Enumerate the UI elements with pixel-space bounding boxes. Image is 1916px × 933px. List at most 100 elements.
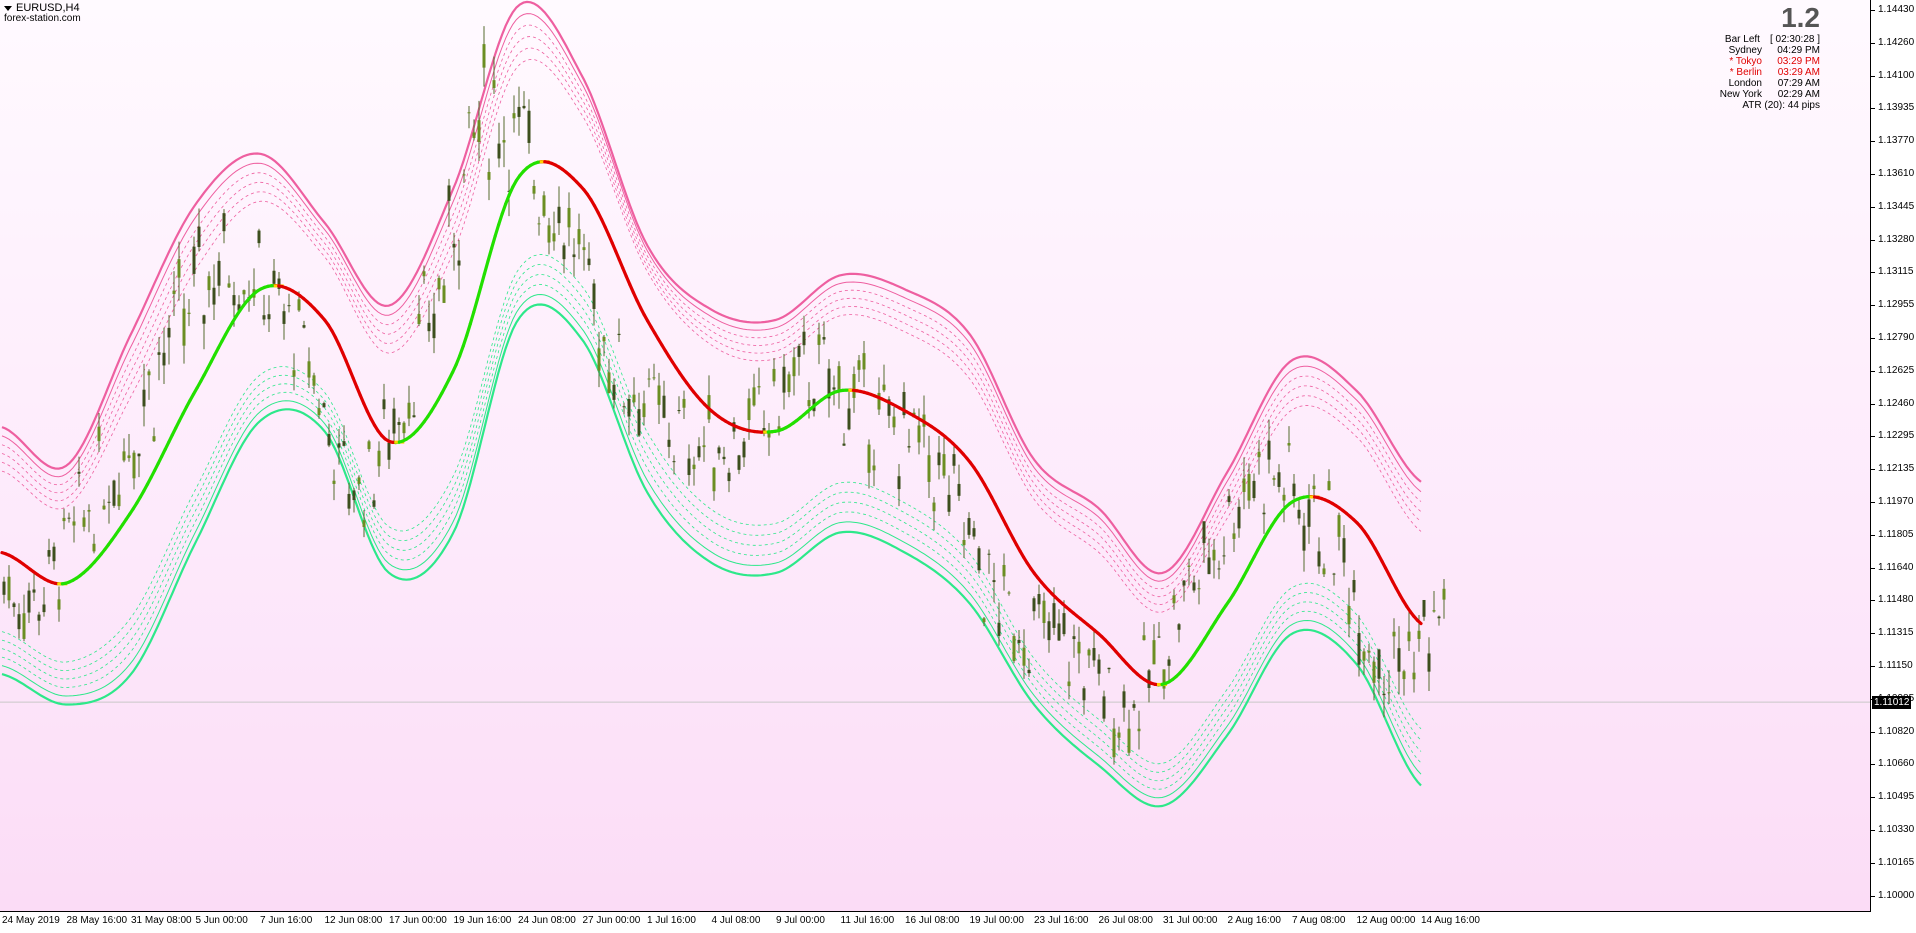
candle-body [332,480,336,484]
candle-body [502,140,506,143]
candle-body [1402,671,1406,680]
candle-body [182,308,186,346]
time-tick: 19 Jul 00:00 [969,915,1025,926]
current-price-label: 1.11012 [1872,696,1912,710]
candle-body [1337,515,1341,537]
candle-body [1042,600,1046,623]
session-value: 03:29 AM [1777,67,1820,78]
candle-body [1222,555,1226,557]
candle-body [1047,621,1051,641]
candle-body [362,520,366,528]
candle-body [882,384,886,391]
candle-body [847,408,851,430]
centerline-up-segment [461,333,469,348]
candle-body [1217,568,1221,570]
candle-body [1167,659,1171,666]
candle-body [682,398,686,408]
candle-body [1377,649,1381,679]
price-chart[interactable] [0,0,1870,911]
candle-body [222,213,226,232]
centerline-up-segment [482,259,490,276]
candle-body [1352,580,1356,593]
candle-body [997,622,1001,636]
candle-body [697,446,701,458]
candle-body [1192,582,1196,591]
candle-body [1142,635,1146,641]
candle-body [227,283,231,288]
candle-body [1097,659,1101,674]
candle-body [467,112,471,114]
candle-body [67,517,71,519]
candle-body [817,334,821,345]
time-axis[interactable]: 24 May 2019 28 May 16:00 31 May 08:00 5 Jun… [0,912,1870,933]
candle-body [832,387,836,390]
candle-body [1362,651,1366,661]
candles [2,26,1446,765]
candle-body [1437,616,1441,619]
dropdown-triangle-icon[interactable] [4,5,12,11]
candle-body [187,312,191,315]
lower-band-level [1,264,1422,773]
candle-body [1227,496,1231,503]
lower-band-level [1,293,1422,799]
lower-band-level [1,274,1422,782]
candle-body [942,454,946,476]
candle-body [807,400,811,407]
candle-body [47,550,51,557]
session-rows: Bar Left[ 02:30:28 ] Sydney 04:29 PM * Toky… [1700,34,1820,100]
candle-body [147,371,151,376]
candle-body [497,143,501,159]
candle-body [1017,639,1021,644]
candle-body [557,206,561,224]
candle-body [642,403,646,418]
candle-body [1032,598,1036,612]
candle-body [1137,728,1141,732]
candle-body [1207,557,1211,575]
candle-body [482,44,486,68]
candle-body [1392,631,1396,637]
candle-body [1087,649,1091,656]
price-axis[interactable]: 1.14430 1.14260 1.14100 1.13935 1.13770 1.136… [1871,0,1916,911]
candle-body [1277,472,1281,487]
candle-body [17,614,21,630]
candle-body [1312,485,1316,490]
candle-body [327,434,331,446]
candle-body [622,406,626,408]
candle-body [1022,647,1026,666]
candle-body [1012,636,1016,662]
candle-body [617,333,621,336]
candle-body [1117,732,1121,738]
candle-body [342,441,346,446]
time-tick: 24 May 2019 [2,915,60,926]
time-tick: 16 Jul 08:00 [905,915,960,926]
session-label: Bar Left [1724,34,1760,45]
candle-body [977,548,981,571]
session-row: Bar Left [ 02:30:28 ] [1700,34,1820,45]
candle-body [427,322,431,332]
centerline-down-segment [1415,618,1423,626]
time-tick: 24 Jun 08:00 [518,915,576,926]
candle-body [852,374,856,398]
candle-body [1287,443,1291,446]
candle-body [162,352,166,366]
candle-body [447,185,451,201]
candle-body [522,105,526,109]
trend-centerline [0,160,1423,687]
candle-body [102,505,106,510]
candle-body [1317,551,1321,567]
candle-body [637,409,641,436]
session-label: London [1728,78,1762,89]
candle-body [202,315,206,324]
time-tick: 2 Aug 16:00 [1227,915,1281,926]
centerline-up-segment [497,212,504,227]
chart-area[interactable]: EURUSD,H4 forex-station.com 1.2 Bar Left… [0,0,1871,912]
candle-body [287,305,291,307]
candle-body [1342,538,1346,563]
candle-body [282,311,286,324]
candle-body [1422,599,1426,617]
candle-body [87,509,91,512]
candle-body [1147,670,1151,688]
candle-body [347,493,351,509]
session-info-panel: 1.2 Bar Left[ 02:30:28 ] Sydney 04:29 PM * … [1700,4,1820,112]
candle-body [472,132,476,138]
